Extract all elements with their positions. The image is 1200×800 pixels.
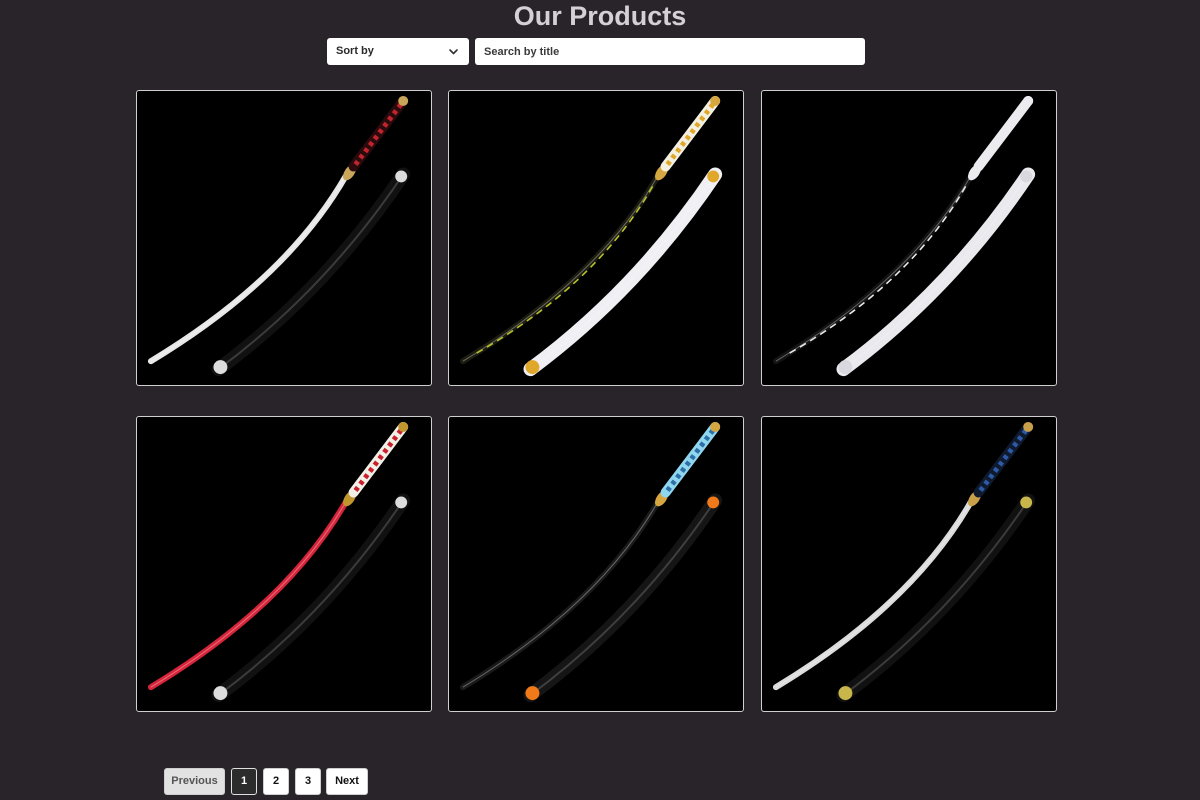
scabbard — [211, 167, 411, 377]
sort-select[interactable]: Sort by — [327, 38, 469, 65]
blade — [772, 499, 974, 691]
blade-edge — [150, 176, 347, 362]
product-image — [772, 421, 1036, 703]
product-image — [147, 421, 411, 703]
page-button-2[interactable]: 2 — [263, 768, 289, 795]
next-button[interactable]: Next — [326, 768, 368, 795]
blade — [147, 173, 349, 365]
product-card[interactable] — [136, 416, 432, 712]
blade-edge — [462, 176, 659, 362]
scabbard — [836, 167, 1036, 377]
scabbard-end — [213, 360, 228, 375]
blade — [459, 499, 661, 691]
chevron-down-icon — [449, 49, 458, 55]
pommel — [710, 95, 721, 106]
scabbard — [836, 493, 1036, 703]
blade-edge — [775, 176, 972, 362]
product-card[interactable] — [448, 90, 744, 386]
sort-label: Sort by — [336, 45, 374, 57]
page-title: Our Products — [513, 1, 687, 31]
blade-edge — [775, 502, 972, 688]
search-input[interactable] — [475, 38, 865, 65]
blade — [147, 499, 349, 691]
scabbard-end — [838, 686, 853, 701]
scabbard — [211, 493, 411, 703]
scabbard-mouth — [707, 496, 720, 509]
scabbard-end — [525, 686, 540, 701]
scabbard-mouth — [395, 170, 408, 183]
blade — [459, 173, 661, 365]
scabbard-end — [525, 360, 540, 375]
blade-pattern — [785, 185, 967, 356]
product-image — [772, 95, 1036, 377]
product-card[interactable] — [761, 90, 1057, 386]
page-button-1[interactable]: 1 — [231, 768, 257, 795]
scabbard-mouth — [1020, 496, 1033, 509]
product-card[interactable] — [448, 416, 744, 712]
pommel — [398, 95, 409, 106]
blade-edge — [462, 502, 659, 688]
pommel — [1023, 421, 1034, 432]
blade — [772, 173, 974, 365]
scabbard-end — [838, 360, 853, 375]
scabbard-mouth — [1020, 170, 1033, 183]
blade-pattern — [472, 185, 654, 356]
product-card[interactable] — [761, 416, 1057, 712]
scabbard-mouth — [395, 496, 408, 509]
page-button-3[interactable]: 3 — [295, 768, 321, 795]
previous-button[interactable]: Previous — [164, 768, 225, 795]
scabbard-mouth — [707, 170, 720, 183]
pommel — [398, 421, 409, 432]
product-image — [459, 421, 723, 703]
scabbard — [523, 167, 723, 377]
scabbard — [523, 493, 723, 703]
product-card[interactable] — [136, 90, 432, 386]
blade-edge — [150, 502, 347, 688]
product-image — [147, 95, 411, 377]
pommel — [710, 421, 721, 432]
product-image — [459, 95, 723, 377]
pommel — [1023, 95, 1034, 106]
scabbard-end — [213, 686, 228, 701]
